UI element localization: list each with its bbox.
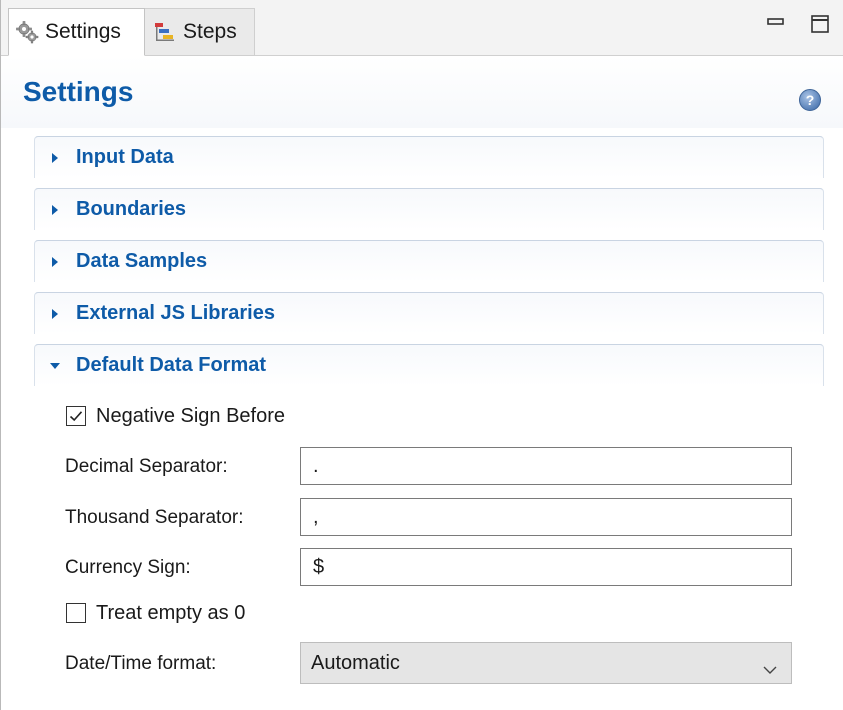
negative-sign-before-label: Negative Sign Before <box>96 405 286 427</box>
section-input-data[interactable]: Input Data <box>34 136 824 178</box>
page-title: Settings <box>23 76 134 107</box>
chevron-right-icon <box>48 255 62 269</box>
window-controls <box>766 14 830 34</box>
date-time-format-label: Date/Time format: <box>65 653 217 674</box>
tab-bar: Settings Steps <box>1 0 843 56</box>
section-default-data-format[interactable]: Default Data Format <box>34 344 824 386</box>
currency-sign-row: Currency Sign: <box>34 546 824 586</box>
negative-sign-before-row: Negative Sign Before <box>34 399 824 439</box>
tab-steps[interactable]: Steps <box>145 8 255 56</box>
currency-sign-label: Currency Sign: <box>65 557 191 578</box>
chevron-right-icon <box>48 151 62 165</box>
section-label: Input Data <box>76 146 174 168</box>
date-time-format-row: Date/Time format: Automatic <box>34 641 824 684</box>
steps-icon <box>153 20 177 44</box>
chevron-right-icon <box>48 203 62 217</box>
section-label: Boundaries <box>76 198 187 220</box>
gear-icon <box>15 20 39 44</box>
chevron-right-icon <box>48 307 62 321</box>
section-label: Default Data Format <box>76 354 267 376</box>
svg-text:?: ? <box>806 92 815 108</box>
decimal-separator-label: Decimal Separator: <box>65 456 228 477</box>
section-data-samples[interactable]: Data Samples <box>34 240 824 282</box>
help-icon[interactable]: ? <box>798 88 822 112</box>
thousand-separator-row: Thousand Separator: <box>34 496 824 536</box>
date-time-format-value: Automatic <box>311 652 400 674</box>
settings-view: Settings Steps Settings ? Input Data Bou… <box>0 0 843 710</box>
tab-settings[interactable]: Settings <box>8 8 145 56</box>
section-label: Data Samples <box>76 250 208 272</box>
treat-empty-as-zero-label: Treat empty as 0 <box>96 602 246 624</box>
negative-sign-before-checkbox[interactable] <box>66 406 86 426</box>
thousand-separator-label: Thousand Separator: <box>65 507 244 528</box>
treat-empty-row: Treat empty as 0 <box>34 594 824 634</box>
tab-steps-label: Steps <box>183 20 237 43</box>
currency-sign-field[interactable] <box>300 548 792 586</box>
section-boundaries[interactable]: Boundaries <box>34 188 824 230</box>
treat-empty-as-zero-checkbox[interactable] <box>66 603 86 623</box>
decimal-separator-field[interactable] <box>300 447 792 485</box>
settings-header: Settings ? <box>1 56 843 128</box>
date-time-format-select[interactable]: Automatic <box>300 642 792 684</box>
tab-settings-label: Settings <box>45 20 121 43</box>
maximize-icon[interactable] <box>810 14 830 34</box>
thousand-separator-field[interactable] <box>300 498 792 536</box>
section-external-js-libraries[interactable]: External JS Libraries <box>34 292 824 334</box>
chevron-down-icon <box>763 658 777 674</box>
chevron-down-icon <box>48 359 62 373</box>
decimal-separator-row: Decimal Separator: <box>34 445 824 485</box>
minimize-icon[interactable] <box>766 14 786 34</box>
section-label: External JS Libraries <box>76 302 275 324</box>
